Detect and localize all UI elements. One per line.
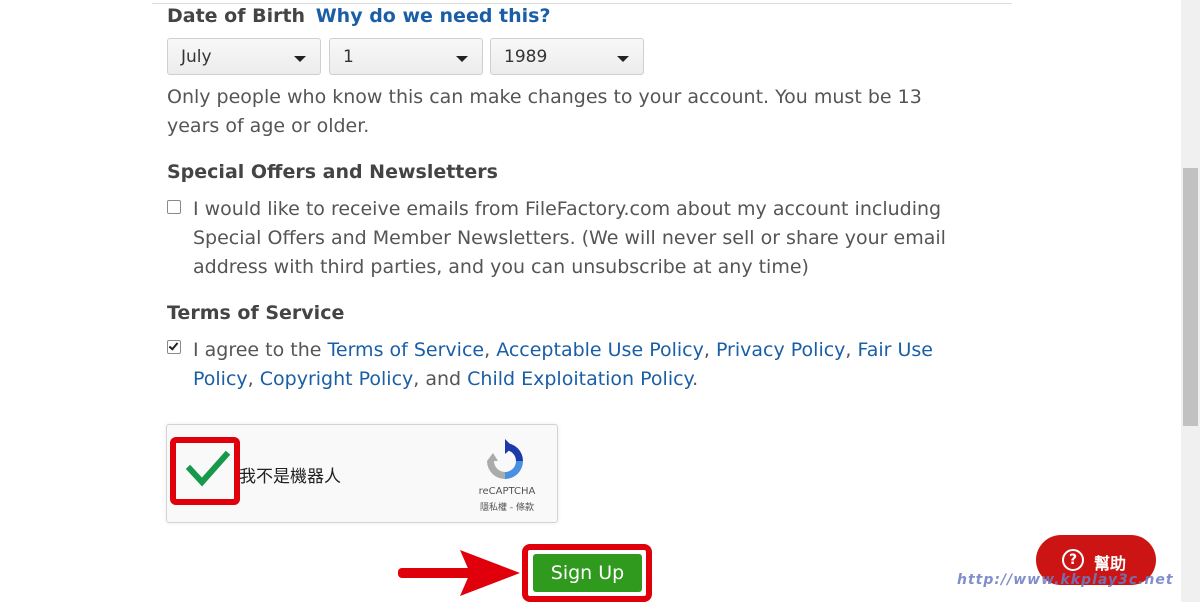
top-divider	[152, 3, 1012, 4]
day-select[interactable]: 1	[329, 38, 483, 75]
recaptcha-brand: reCAPTCHA	[478, 486, 536, 497]
question-icon: ?	[1062, 549, 1084, 571]
checkmark-icon[interactable]	[186, 449, 230, 489]
month-select[interactable]: July	[167, 38, 321, 75]
acceptable-use-link[interactable]: Acceptable Use Policy	[496, 339, 704, 361]
recaptcha-logo-icon	[487, 439, 523, 479]
checkmark-icon	[168, 340, 179, 351]
offers-checkbox-label[interactable]: I would like to receive emails from File…	[193, 195, 963, 282]
terms-title: Terms of Service	[167, 302, 345, 324]
recaptcha-label: 我不是機器人	[239, 467, 341, 487]
scrollbar-thumb[interactable]	[1183, 168, 1198, 426]
copyright-policy-link[interactable]: Copyright Policy	[260, 368, 414, 390]
terms-sep: ,	[703, 339, 710, 361]
signup-button[interactable]: Sign Up	[533, 554, 642, 592]
scrollbar[interactable]	[1181, 0, 1200, 602]
year-value: 1989	[504, 47, 548, 67]
terms-checkbox-label[interactable]: I agree to the Terms of Service, Accepta…	[193, 336, 963, 394]
why-link[interactable]: Why do we need this?	[316, 5, 551, 27]
chevron-down-icon	[456, 56, 468, 62]
offers-checkbox[interactable]	[167, 200, 181, 214]
dob-label-text: Date of Birth	[167, 5, 306, 27]
year-select[interactable]: 1989	[490, 38, 644, 75]
privacy-policy-link[interactable]: Privacy Policy	[716, 339, 845, 361]
dob-label: Date of Birth Why do we need this?	[167, 5, 551, 27]
terms-sep: ,	[484, 339, 491, 361]
day-value: 1	[343, 47, 354, 67]
terms-of-service-link[interactable]: Terms of Service	[328, 339, 485, 361]
terms-prefix: I agree to the	[193, 339, 322, 361]
terms-sep: ,	[247, 368, 254, 390]
watermark-text: http://www.kkplay3c.net	[957, 572, 1174, 588]
child-exploitation-link[interactable]: Child Exploitation Policy	[467, 368, 692, 390]
terms-and: , and	[413, 368, 462, 390]
chevron-down-icon	[294, 56, 306, 62]
help-label: 幫助	[1094, 554, 1127, 573]
recaptcha-links[interactable]: 隱私權 - 條款	[467, 500, 547, 513]
terms-sep: ,	[845, 339, 852, 361]
offers-title: Special Offers and Newsletters	[167, 161, 498, 183]
chevron-down-icon	[617, 56, 629, 62]
arrow-right-icon	[398, 550, 520, 596]
dob-help-text: Only people who know this can make chang…	[167, 86, 922, 137]
terms-checkbox[interactable]	[167, 340, 181, 354]
terms-end: .	[692, 368, 699, 390]
month-value: July	[181, 47, 212, 67]
